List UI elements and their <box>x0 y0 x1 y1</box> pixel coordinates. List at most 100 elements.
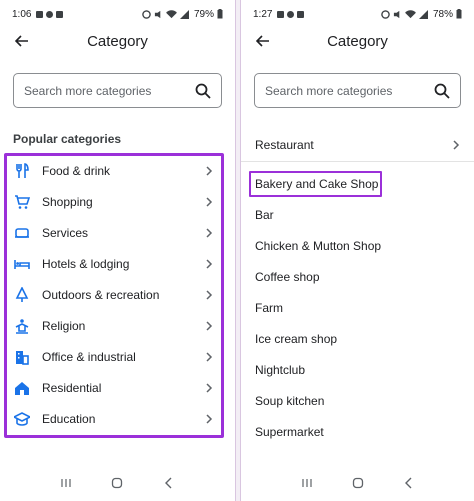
search-placeholder: Search more categories <box>24 83 152 98</box>
page-title: Category <box>87 33 148 50</box>
page-title: Category <box>327 33 388 50</box>
subcategory-item-restaurant[interactable]: Restaurant <box>241 128 474 162</box>
app-bar: Category <box>0 28 235 54</box>
category-label: Education <box>42 411 96 426</box>
wifi-icon <box>405 9 416 18</box>
subcategory-item-nightclub[interactable]: Nightclub <box>241 354 474 385</box>
signal-icon <box>179 9 189 19</box>
system-nav-bar <box>241 473 474 493</box>
category-item-residential[interactable]: Residential <box>7 372 221 403</box>
chevron-right-icon <box>206 166 213 176</box>
subcategory-label: Supermarket <box>255 424 324 439</box>
home-button[interactable] <box>107 475 127 491</box>
category-item-outdoors[interactable]: Outdoors & recreation <box>7 280 221 311</box>
search-icon[interactable] <box>434 83 450 99</box>
subcategory-label: Chicken & Mutton Shop <box>255 238 382 253</box>
subcategory-item-ice-cream[interactable]: Ice cream shop <box>241 323 474 354</box>
category-item-office[interactable]: Office & industrial <box>7 341 221 372</box>
chevron-right-icon <box>206 321 213 331</box>
subcategory-item-coffee[interactable]: Coffee shop <box>241 261 474 292</box>
subcategory-item-supermarket[interactable]: Supermarket <box>241 416 474 447</box>
mute-icon <box>393 10 400 18</box>
subcategory-item-bakery[interactable]: Bakery and Cake Shop <box>241 168 474 199</box>
highlight-frame <box>249 171 382 197</box>
home-icon <box>15 381 29 395</box>
category-item-hotels[interactable]: Hotels & lodging <box>7 249 221 280</box>
hotel-icon <box>14 260 30 270</box>
category-item-education[interactable]: Education <box>7 403 221 434</box>
category-item-food-drink[interactable]: Food & drink <box>7 156 221 187</box>
school-icon <box>14 411 30 426</box>
subcategory-label: Restaurant <box>255 137 314 152</box>
gallery-icon <box>297 10 305 18</box>
mute-icon <box>154 10 161 18</box>
category-label: Office & industrial <box>42 349 136 364</box>
chevron-right-icon <box>206 290 213 300</box>
app-bar: Category <box>241 28 474 54</box>
status-time: 1:27 <box>253 8 273 20</box>
chevron-right-icon <box>206 383 213 393</box>
category-item-shopping[interactable]: Shopping <box>7 187 221 218</box>
services-icon <box>15 228 29 239</box>
search-icon[interactable] <box>195 83 211 99</box>
chevron-right-icon <box>206 352 213 362</box>
category-item-religion[interactable]: Religion <box>7 310 221 341</box>
home-nav-icon <box>112 477 123 489</box>
chevron-right-icon <box>206 414 213 424</box>
category-label: Shopping <box>42 195 93 210</box>
battery-percent: 79% <box>193 8 214 20</box>
restaurant-icon <box>16 163 29 179</box>
home-button[interactable] <box>348 475 368 491</box>
status-time: 1:06 <box>12 8 32 20</box>
notification-icon <box>277 10 285 18</box>
chevron-left-icon <box>404 477 411 489</box>
chevron-left-icon <box>165 477 172 489</box>
chevron-right-icon <box>206 228 213 238</box>
alarm-icon <box>142 9 151 19</box>
home-nav-icon <box>352 477 363 489</box>
subcategory-label: Ice cream shop <box>255 331 338 346</box>
system-nav-bar <box>0 473 235 493</box>
back-nav-button[interactable] <box>159 475 179 491</box>
chevron-right-icon <box>206 259 213 269</box>
recents-button[interactable] <box>297 475 317 491</box>
recents-icon <box>61 479 71 487</box>
category-label: Food & drink <box>42 164 111 179</box>
status-bar: 1:27 78% <box>241 6 474 22</box>
wifi-icon <box>166 9 177 18</box>
outdoors-icon <box>15 287 29 302</box>
subcategory-item-chicken-mutton[interactable]: Chicken & Mutton Shop <box>241 230 474 261</box>
religion-icon <box>15 319 29 334</box>
subcategory-label: Farm <box>255 300 283 315</box>
left-screen: 1:06 79% Category Search more categories… <box>0 0 235 501</box>
subcategory-list: Restaurant Bakery and Cake Shop Bar Chic… <box>241 128 474 447</box>
office-icon <box>16 350 29 365</box>
category-label: Hotels & lodging <box>42 257 130 272</box>
category-label: Residential <box>42 380 102 395</box>
subcategory-item-farm[interactable]: Farm <box>241 292 474 323</box>
search-field[interactable]: Search more categories <box>254 73 461 108</box>
category-label: Services <box>42 226 89 241</box>
subcategory-item-bar[interactable]: Bar <box>241 199 474 230</box>
status-bar: 1:06 79% <box>0 6 235 22</box>
back-nav-button[interactable] <box>399 475 419 491</box>
category-label: Outdoors & recreation <box>42 288 160 302</box>
right-screen: 1:27 78% Category Search more categories… <box>241 0 474 501</box>
notification-icon <box>287 10 295 18</box>
search-placeholder: Search more categories <box>265 83 393 98</box>
subcategory-label: Bar <box>255 207 274 222</box>
subcategory-label: Nightclub <box>255 362 306 377</box>
notification-icon <box>46 10 54 18</box>
chevron-right-icon <box>206 197 213 207</box>
subcategory-item-soup-kitchen[interactable]: Soup kitchen <box>241 385 474 416</box>
chevron-right-icon <box>453 139 460 150</box>
alarm-icon <box>381 9 390 19</box>
recents-button[interactable] <box>56 475 76 491</box>
category-label: Religion <box>42 318 86 333</box>
battery-icon <box>217 9 223 19</box>
recents-icon <box>301 479 312 487</box>
notification-icon <box>36 10 44 18</box>
category-item-services[interactable]: Services <box>7 218 221 249</box>
signal-icon <box>418 9 428 19</box>
search-field[interactable]: Search more categories <box>13 73 222 108</box>
